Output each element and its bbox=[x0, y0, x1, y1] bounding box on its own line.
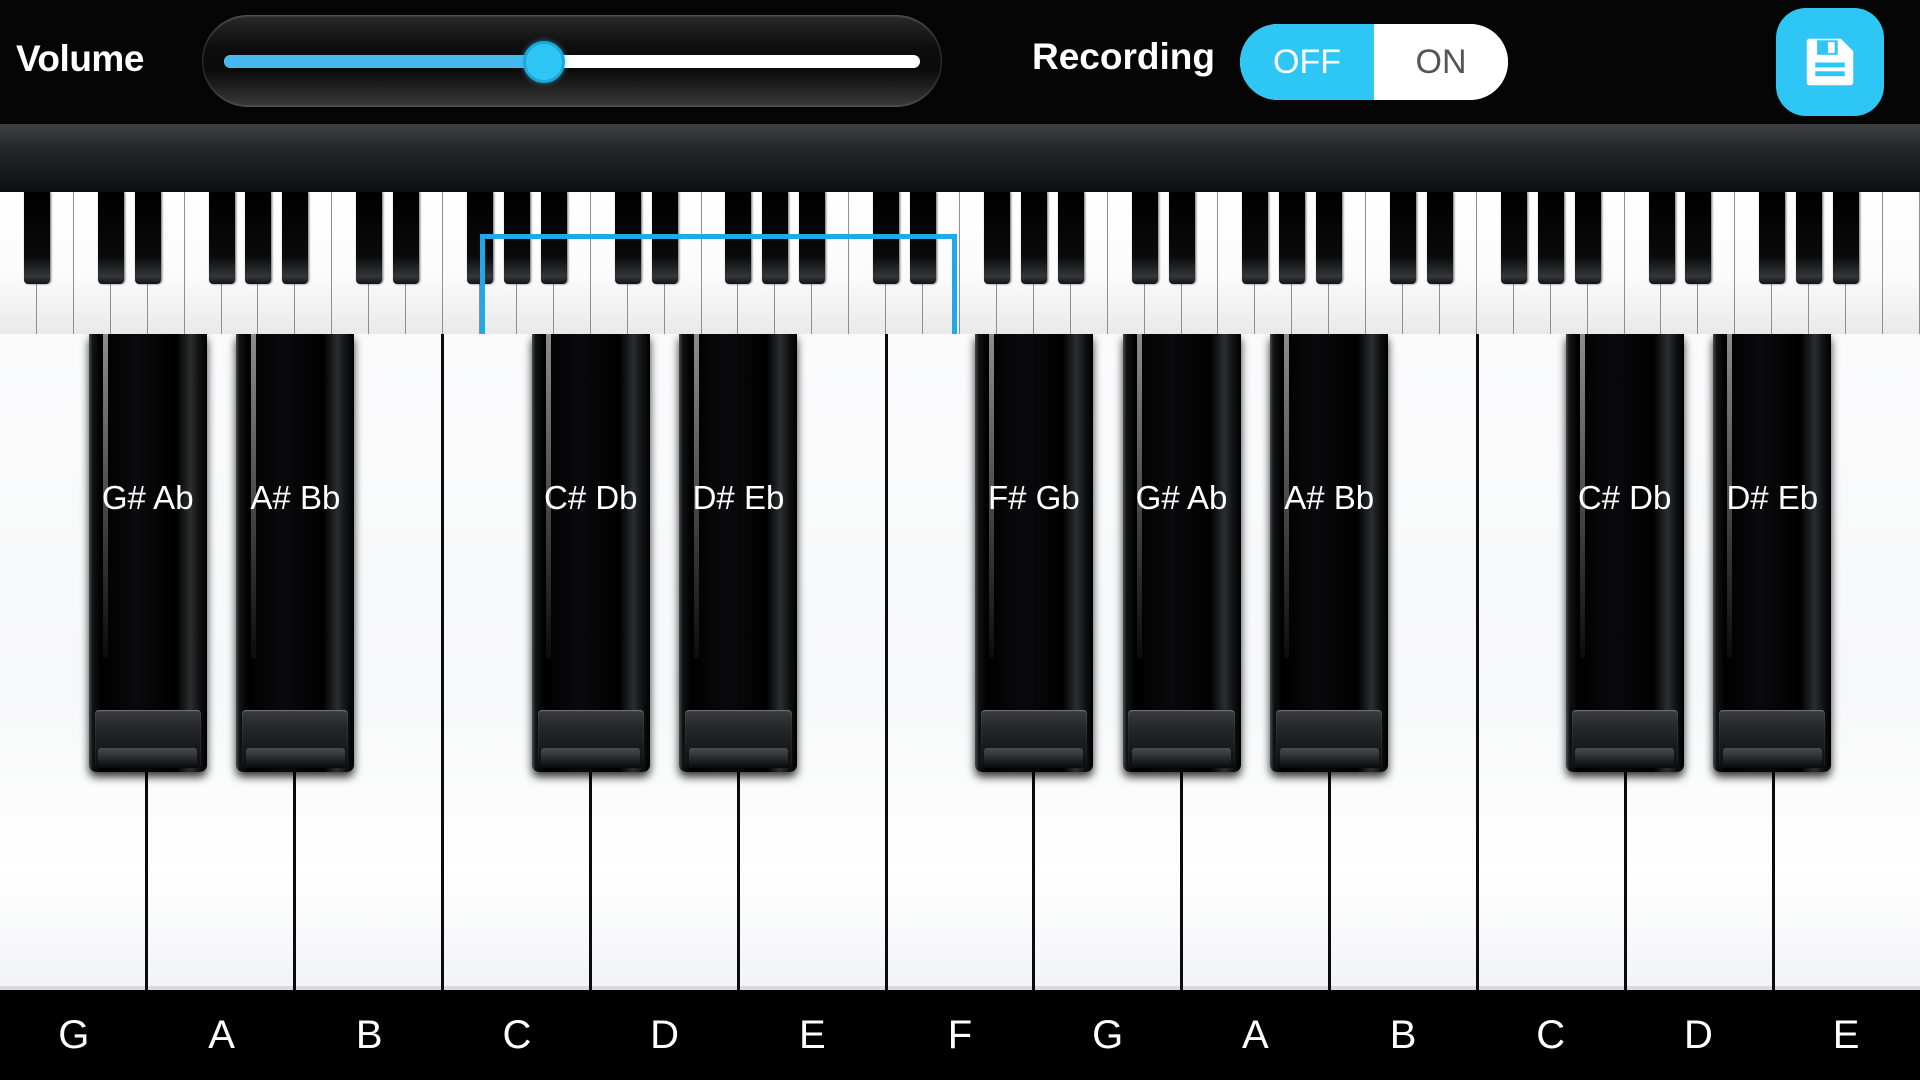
overview-black-key bbox=[97, 192, 124, 284]
overview-black-key bbox=[1168, 192, 1195, 284]
white-key-label: D bbox=[1683, 1012, 1713, 1057]
black-key-foot-sheen bbox=[98, 748, 198, 766]
black-key[interactable] bbox=[531, 334, 650, 772]
black-key[interactable] bbox=[679, 334, 798, 772]
volume-slider-thumb[interactable] bbox=[523, 41, 566, 83]
black-key-gloss bbox=[1284, 334, 1290, 659]
black-key-foot-sheen bbox=[1575, 748, 1675, 766]
volume-slider-track[interactable] bbox=[224, 55, 920, 68]
black-key-gloss bbox=[1579, 334, 1585, 659]
white-key-label: F bbox=[947, 1012, 973, 1057]
black-key-gloss bbox=[250, 334, 256, 659]
overview-black-key bbox=[1131, 192, 1158, 284]
black-key-foot-sheen bbox=[1131, 748, 1232, 766]
black-key[interactable] bbox=[1270, 334, 1389, 772]
keyboard-overview-felt bbox=[0, 124, 1920, 192]
overview-black-key bbox=[134, 192, 161, 284]
white-key-label: G bbox=[1092, 1012, 1124, 1057]
white-key-label: C bbox=[1536, 1012, 1566, 1057]
black-key-gloss bbox=[693, 334, 699, 659]
keyboard-overview[interactable] bbox=[0, 124, 1920, 334]
overview-black-key bbox=[1574, 192, 1601, 284]
black-key-gloss bbox=[1727, 334, 1733, 659]
keyboard-viewport-selector[interactable] bbox=[480, 234, 957, 334]
black-key-foot-sheen bbox=[541, 748, 641, 766]
white-key-label: A bbox=[1242, 1012, 1269, 1057]
black-key[interactable] bbox=[1565, 334, 1684, 772]
overview-black-key bbox=[1759, 192, 1786, 284]
recording-label: Recording bbox=[1032, 36, 1215, 77]
overview-black-key bbox=[1427, 192, 1453, 284]
black-key-foot-sheen bbox=[1279, 748, 1379, 766]
overview-black-key bbox=[282, 192, 309, 284]
overview-black-key bbox=[1020, 192, 1047, 284]
white-key-label: E bbox=[1832, 1012, 1860, 1057]
piano-keyboard: G# Ab A# Bb C# Db D# Eb F# Gb G# Ab A# Bb C# Db… bbox=[0, 334, 1920, 1080]
black-key-foot-sheen bbox=[984, 748, 1084, 766]
overview-black-key bbox=[1648, 192, 1675, 284]
overview-black-key bbox=[23, 192, 50, 284]
black-key[interactable] bbox=[236, 334, 355, 772]
overview-black-key bbox=[356, 192, 383, 284]
overview-black-key bbox=[983, 192, 1010, 284]
overview-black-key bbox=[1242, 192, 1269, 284]
overview-black-key bbox=[1833, 192, 1860, 284]
overview-black-key bbox=[1316, 192, 1343, 284]
white-key-labels-row: GABCDEFGABCDE bbox=[0, 990, 1920, 1080]
overview-black-key bbox=[1500, 192, 1527, 284]
toolbar: Volume Recording OFF ON bbox=[0, 0, 1920, 124]
recording-toggle[interactable]: OFF ON bbox=[1240, 24, 1508, 100]
overview-black-key bbox=[208, 192, 235, 284]
save-button[interactable] bbox=[1776, 8, 1884, 116]
volume-slider[interactable] bbox=[202, 15, 942, 107]
black-key-gloss bbox=[1136, 334, 1142, 659]
black-key-foot-sheen bbox=[1722, 748, 1822, 766]
overview-black-key bbox=[1685, 192, 1712, 284]
overview-black-key bbox=[1537, 192, 1564, 284]
black-key-gloss bbox=[545, 334, 551, 659]
white-key-label: D bbox=[650, 1012, 680, 1057]
recording-toggle-off[interactable]: OFF bbox=[1240, 24, 1374, 100]
black-key[interactable] bbox=[1122, 334, 1241, 772]
white-key-label: E bbox=[798, 1012, 826, 1057]
overview-black-key bbox=[1057, 192, 1084, 284]
piano-app: Volume Recording OFF ON G# Ab A# Bb C# D… bbox=[0, 0, 1920, 1080]
overview-black-key bbox=[1796, 192, 1823, 284]
black-key-foot-sheen bbox=[688, 748, 788, 766]
volume-slider-fill bbox=[224, 55, 545, 68]
white-key-label: G bbox=[58, 1012, 90, 1057]
overview-black-key bbox=[393, 192, 420, 284]
black-key-gloss bbox=[102, 334, 108, 659]
volume-label: Volume bbox=[16, 38, 144, 79]
white-key-label: B bbox=[355, 1012, 383, 1057]
white-key-label: C bbox=[502, 1012, 532, 1057]
white-key-label: B bbox=[1389, 1012, 1417, 1057]
black-key-foot-sheen bbox=[245, 748, 345, 766]
recording-toggle-on[interactable]: ON bbox=[1374, 24, 1508, 100]
save-floppy-disk-icon bbox=[1799, 31, 1861, 93]
white-key-label: A bbox=[208, 1012, 235, 1057]
overview-black-key bbox=[245, 192, 272, 284]
black-key[interactable] bbox=[1713, 334, 1832, 772]
overview-black-key bbox=[1279, 192, 1306, 284]
overview-black-key bbox=[1390, 192, 1417, 284]
overview-white-key bbox=[1883, 192, 1920, 334]
black-key-gloss bbox=[989, 334, 994, 659]
black-key[interactable] bbox=[88, 334, 207, 772]
black-key[interactable] bbox=[974, 334, 1093, 772]
